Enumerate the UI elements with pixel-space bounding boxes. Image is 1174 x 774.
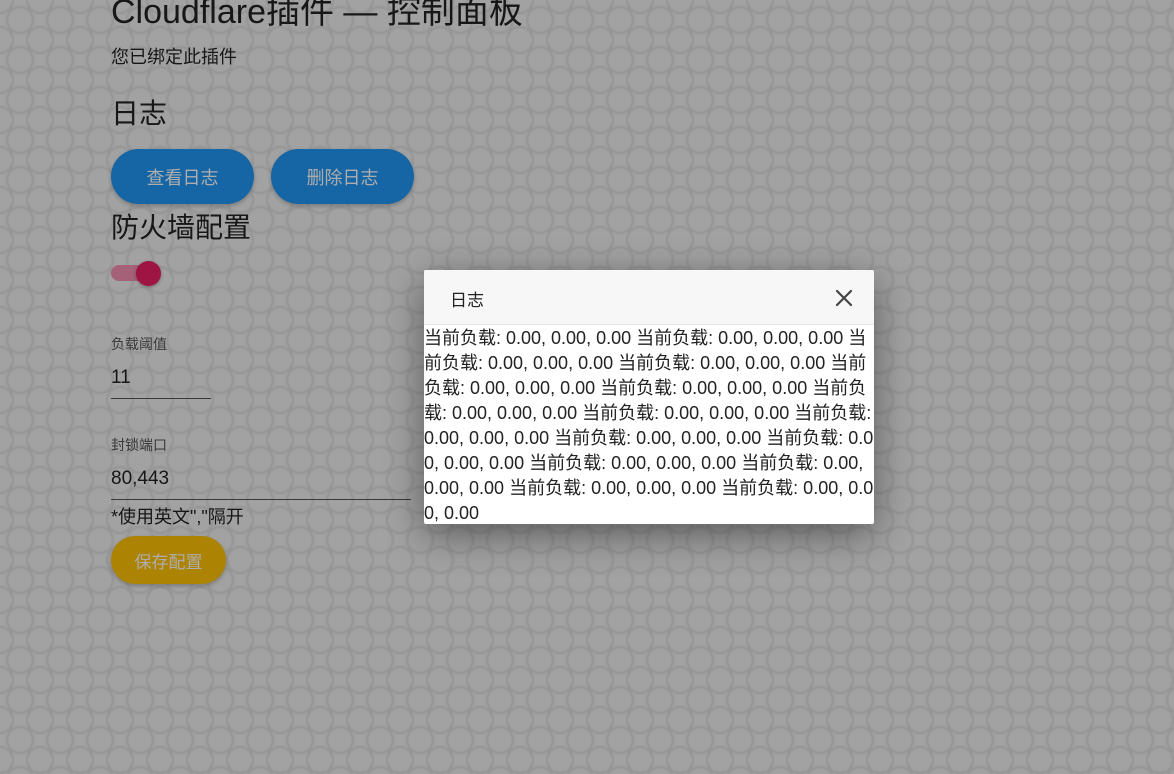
dialog-title: 日志 <box>450 291 484 310</box>
log-dialog: 日志 当前负载: 0.00, 0.00, 0.00 当前负载: 0.00, 0.… <box>424 270 874 524</box>
log-content: 当前负载: 0.00, 0.00, 0.00 当前负载: 0.00, 0.00,… <box>424 328 874 523</box>
close-icon[interactable] <box>832 286 856 310</box>
dialog-header: 日志 <box>424 270 874 325</box>
